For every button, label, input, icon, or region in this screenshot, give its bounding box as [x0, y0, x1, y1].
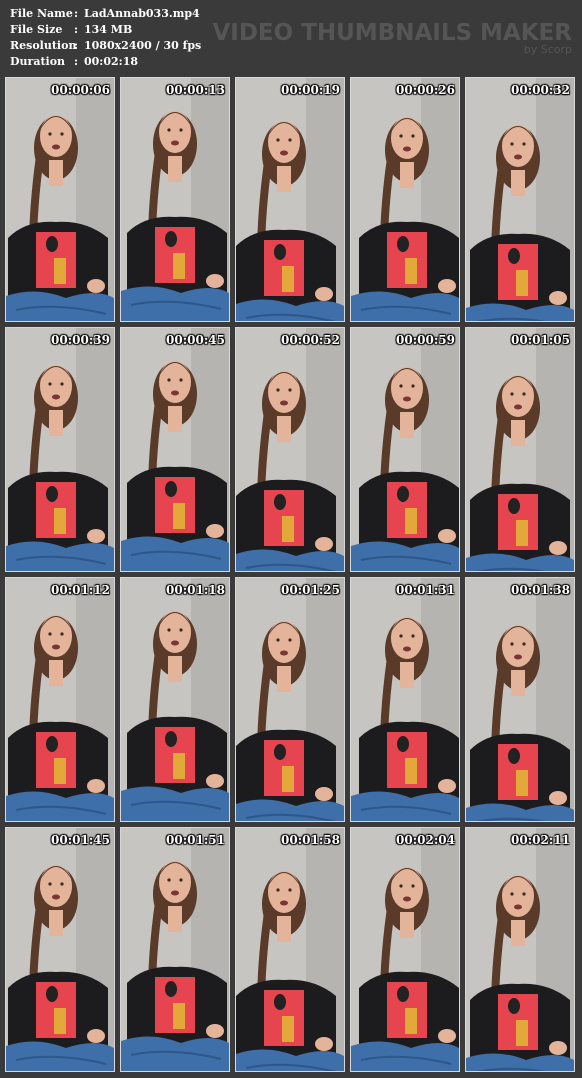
video-thumbnail[interactable]: 00:02:11 — [465, 827, 575, 1072]
info-row-file-size: File Size : 134 MB — [10, 22, 201, 38]
info-key: File Size — [10, 23, 63, 36]
timestamp-label: 00:00:13 — [166, 83, 225, 97]
timestamp-label: 00:01:38 — [511, 583, 570, 597]
info-separator: : — [74, 55, 79, 68]
video-thumbnail[interactable]: 00:01:18 — [120, 577, 230, 822]
video-thumbnail[interactable]: 00:02:04 — [350, 827, 460, 1072]
info-key: Duration — [10, 55, 66, 68]
video-thumbnail[interactable]: 00:01:58 — [235, 827, 345, 1072]
timestamp-label: 00:00:52 — [281, 333, 340, 347]
video-thumbnail[interactable]: 00:01:45 — [5, 827, 115, 1072]
brand-title: VIDEO THUMBNAILS MAKER — [212, 20, 572, 46]
video-thumbnail[interactable]: 00:00:13 — [120, 77, 230, 322]
timestamp-label: 00:02:11 — [511, 833, 570, 847]
timestamp-label: 00:00:06 — [51, 83, 110, 97]
info-key: File Name — [10, 7, 73, 20]
timestamp-label: 00:00:19 — [281, 83, 340, 97]
timestamp-label: 00:01:25 — [281, 583, 340, 597]
frame-image — [351, 328, 459, 571]
timestamp-label: 00:00:32 — [511, 83, 570, 97]
frame-image — [351, 828, 459, 1071]
timestamp-label: 00:00:26 — [396, 83, 455, 97]
frame-image — [6, 78, 114, 321]
frame-image — [351, 78, 459, 321]
info-separator: : — [74, 7, 79, 20]
video-thumbnail[interactable]: 00:00:45 — [120, 327, 230, 572]
timestamp-label: 00:00:39 — [51, 333, 110, 347]
video-thumbnail[interactable]: 00:01:31 — [350, 577, 460, 822]
frame-image — [236, 328, 344, 571]
timestamp-label: 00:01:05 — [511, 333, 570, 347]
frame-image — [121, 78, 229, 321]
video-thumbnail[interactable]: 00:00:26 — [350, 77, 460, 322]
frame-image — [466, 328, 574, 571]
video-thumbnail[interactable]: 00:00:52 — [235, 327, 345, 572]
video-thumbnail[interactable]: 00:01:12 — [5, 577, 115, 822]
header: File Name : LadAnnab033.mp4 File Size : … — [0, 0, 582, 76]
timestamp-label: 00:01:12 — [51, 583, 110, 597]
frame-image — [6, 578, 114, 821]
file-info: File Name : LadAnnab033.mp4 File Size : … — [10, 6, 201, 70]
frame-image — [236, 578, 344, 821]
info-row-duration: Duration : 00:02:18 — [10, 54, 201, 70]
info-value: 134 MB — [84, 23, 133, 36]
frame-image — [236, 828, 344, 1071]
frame-image — [351, 578, 459, 821]
timestamp-label: 00:01:51 — [166, 833, 225, 847]
timestamp-label: 00:00:45 — [166, 333, 225, 347]
info-value: LadAnnab033.mp4 — [84, 7, 200, 20]
brand-watermark: VIDEO THUMBNAILS MAKER by Scorp — [212, 20, 572, 56]
info-row-resolution: Resolution : 1080x2400 / 30 fps — [10, 38, 201, 54]
video-thumbnail[interactable]: 00:00:06 — [5, 77, 115, 322]
video-thumbnail[interactable]: 00:01:25 — [235, 577, 345, 822]
info-key: Resolution — [10, 39, 77, 52]
info-value: 1080x2400 / 30 fps — [84, 39, 202, 52]
thumbnail-grid: 00:00:06 00:00:13 00:00:19 00:00:26 00:00:32… — [5, 77, 577, 1072]
frame-image — [6, 328, 114, 571]
video-thumbnail[interactable]: 00:01:51 — [120, 827, 230, 1072]
frame-image — [6, 828, 114, 1071]
frame-image — [236, 78, 344, 321]
video-thumbnail[interactable]: 00:01:38 — [465, 577, 575, 822]
frame-image — [466, 828, 574, 1071]
timestamp-label: 00:00:59 — [396, 333, 455, 347]
frame-image — [121, 328, 229, 571]
info-separator: : — [74, 39, 79, 52]
timestamp-label: 00:02:04 — [396, 833, 455, 847]
info-separator: : — [74, 23, 79, 36]
frame-image — [466, 78, 574, 321]
video-thumbnail[interactable]: 00:01:05 — [465, 327, 575, 572]
video-thumbnail[interactable]: 00:00:59 — [350, 327, 460, 572]
video-thumbnail[interactable]: 00:00:39 — [5, 327, 115, 572]
timestamp-label: 00:01:18 — [166, 583, 225, 597]
video-thumbnail[interactable]: 00:00:19 — [235, 77, 345, 322]
video-thumbnail[interactable]: 00:00:32 — [465, 77, 575, 322]
frame-image — [466, 578, 574, 821]
timestamp-label: 00:01:45 — [51, 833, 110, 847]
frame-image — [121, 578, 229, 821]
timestamp-label: 00:01:58 — [281, 833, 340, 847]
frame-image — [121, 828, 229, 1071]
info-row-file-name: File Name : LadAnnab033.mp4 — [10, 6, 201, 22]
timestamp-label: 00:01:31 — [396, 583, 455, 597]
info-value: 00:02:18 — [84, 55, 139, 68]
